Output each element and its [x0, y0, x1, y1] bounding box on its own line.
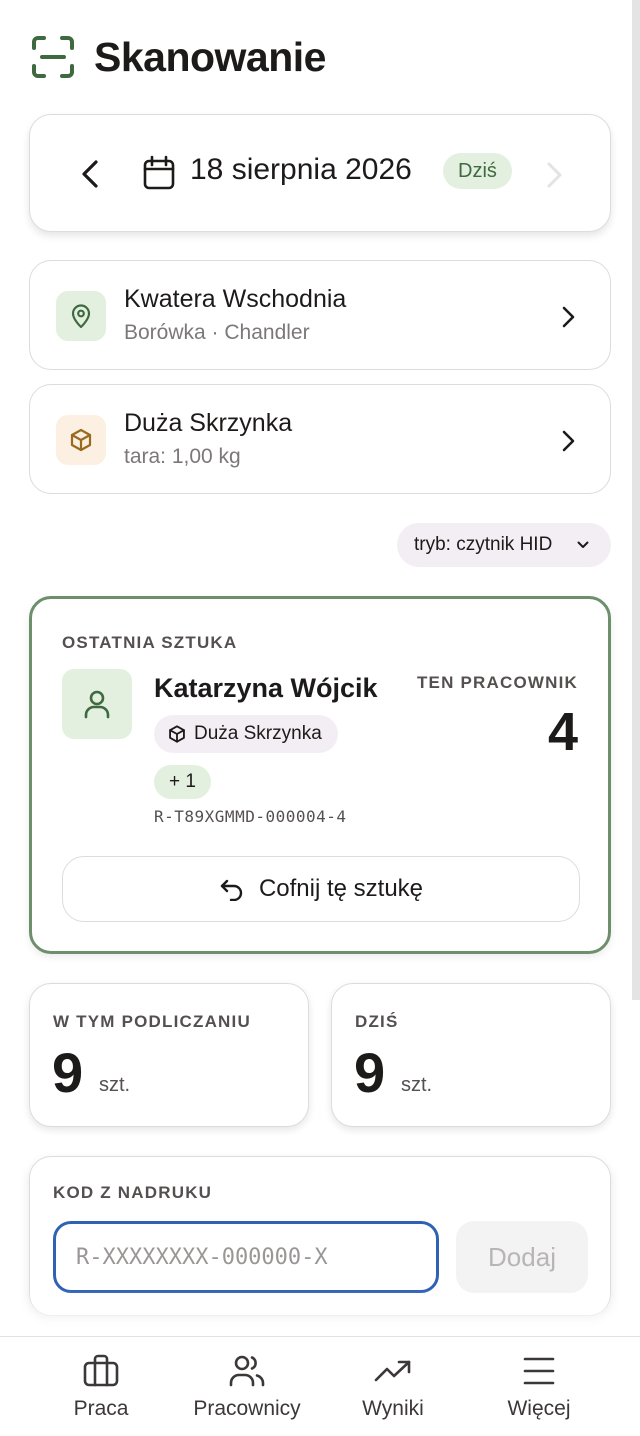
calendar-icon — [143, 155, 175, 190]
session-count-unit: szt. — [99, 1074, 131, 1096]
location-selector[interactable]: Kwatera Wschodnia Borówka · Chandler — [29, 260, 611, 370]
user-icon — [62, 669, 132, 739]
scroll-fade — [0, 1290, 640, 1336]
location-title: Kwatera Wschodnia — [124, 285, 347, 313]
session-count-label: W TYM PODLICZANIU — [53, 1012, 251, 1031]
users-icon — [229, 1355, 265, 1387]
add-button[interactable]: Dodaj — [456, 1221, 588, 1293]
mode-label: tryb: czytnik HID — [414, 534, 553, 555]
this-worker-label: TEN PRACOWNIK — [416, 673, 578, 692]
this-worker-stat: TEN PRACOWNIK 4 — [416, 673, 578, 762]
nav-label: Pracownicy — [193, 1397, 301, 1420]
container-title: Duża Skrzynka — [124, 409, 293, 437]
chevron-down-icon — [577, 541, 589, 548]
today-count-unit: szt. — [401, 1074, 433, 1096]
chevron-right-icon — [562, 306, 575, 328]
session-count-value: 9 — [52, 1041, 84, 1104]
page-scrollbar[interactable] — [632, 0, 640, 1000]
chevron-right-icon — [562, 430, 575, 452]
session-count-card: W TYM PODLICZANIU 9 szt. — [29, 983, 309, 1127]
scan-icon — [32, 36, 74, 78]
page-header: Skanowanie — [30, 30, 326, 84]
container-selector[interactable]: Duża Skrzynka tara: 1,00 kg — [29, 384, 611, 494]
today-count-label: DZIŚ — [355, 1012, 399, 1031]
nav-label: Praca — [73, 1397, 129, 1420]
today-badge: Dziś — [443, 153, 512, 189]
map-pin-icon — [56, 291, 106, 341]
menu-icon — [523, 1357, 555, 1385]
box-icon — [169, 725, 185, 743]
last-item-card: OSTATNIA SZTUKA Katarzyna Wójcik Duża Sk… — [29, 596, 611, 954]
bottom-navigation: Praca Pracownicy Wyniki Więcej — [0, 1336, 640, 1436]
increment-chip: + 1 — [154, 765, 211, 799]
nav-label: Więcej — [507, 1397, 571, 1420]
today-count-value: 9 — [354, 1041, 386, 1104]
nav-item-praca[interactable]: Praca — [66, 1337, 136, 1436]
container-chip: Duża Skrzynka — [154, 715, 338, 753]
last-item-label: OSTATNIA SZTUKA — [62, 633, 238, 652]
briefcase-icon — [83, 1354, 119, 1387]
nav-item-wyniki[interactable]: Wyniki — [353, 1337, 433, 1436]
this-worker-count: 4 — [547, 702, 578, 762]
today-count-card: DZIŚ 9 szt. — [331, 983, 611, 1127]
box-icon — [56, 415, 106, 465]
chevron-left-icon[interactable] — [78, 155, 102, 193]
undo-icon — [220, 879, 243, 901]
nav-item-pracownicy[interactable]: Pracownicy — [187, 1337, 307, 1436]
date-picker: 18 sierpnia 2026 Dziś — [29, 114, 611, 232]
trending-up-icon — [374, 1360, 411, 1382]
page-title: Skanowanie — [94, 33, 326, 80]
code-input[interactable] — [53, 1221, 439, 1293]
worker-name: Katarzyna Wójcik — [154, 673, 378, 703]
nav-label: Wyniki — [362, 1397, 424, 1420]
undo-button[interactable]: Cofnij tę sztukę — [62, 856, 580, 922]
container-chip-label: Duża Skrzynka — [194, 723, 322, 744]
chevron-right-icon[interactable] — [542, 157, 566, 193]
item-code: R-T89XGMMD-000004-4 — [154, 807, 347, 826]
nav-item-wiecej[interactable]: Więcej — [498, 1337, 580, 1436]
container-subtitle: tara: 1,00 kg — [124, 445, 241, 468]
code-entry-label: KOD Z NADRUKU — [53, 1183, 213, 1202]
selected-date[interactable]: 18 sierpnia 2026 — [190, 153, 412, 187]
undo-label: Cofnij tę sztukę — [258, 875, 424, 902]
mode-dropdown[interactable]: tryb: czytnik HID — [397, 523, 611, 567]
location-subtitle: Borówka · Chandler — [124, 321, 310, 344]
